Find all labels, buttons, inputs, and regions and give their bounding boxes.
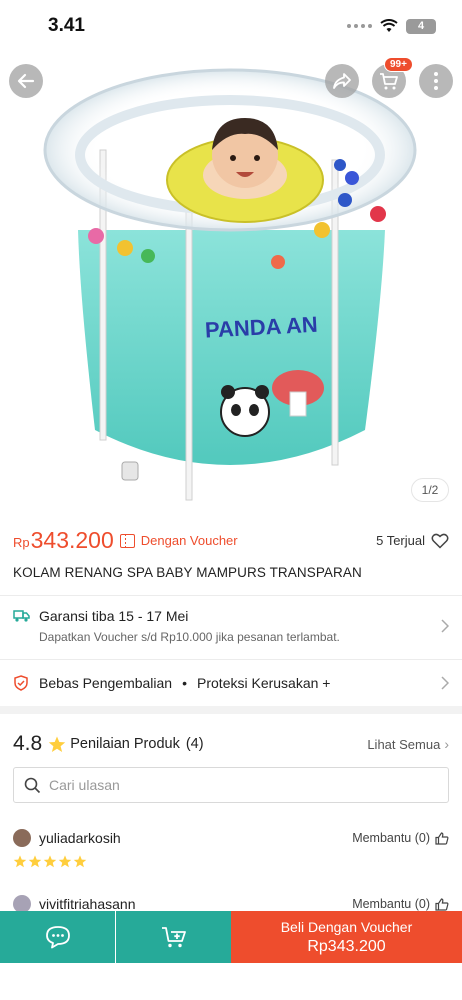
chat-button[interactable] — [0, 911, 115, 963]
cart-icon — [380, 73, 398, 90]
damage-protection-label: Proteksi Kerusakan + — [197, 675, 331, 691]
image-page-indicator: 1/2 — [411, 478, 449, 502]
star-icon — [13, 855, 27, 868]
thumbs-up-icon — [435, 831, 449, 845]
star-icon — [58, 855, 72, 868]
back-arrow-icon — [17, 73, 35, 89]
buy-price: Rp343.200 — [307, 937, 386, 955]
truck-icon — [13, 610, 30, 622]
cart-button[interactable]: 99+ — [372, 57, 413, 98]
search-icon — [24, 777, 41, 793]
shield-icon — [14, 675, 28, 691]
rating-value: 4.8 — [13, 732, 43, 755]
thumbs-up-icon — [435, 897, 449, 911]
see-all-link[interactable]: Lihat Semua — [367, 737, 440, 752]
chat-icon — [45, 926, 70, 949]
rating-label: Penilaian Produk — [70, 736, 180, 752]
back-button[interactable] — [9, 64, 43, 98]
star-icon — [28, 855, 42, 868]
shipping-guarantee-row[interactable]: Garansi tiba 15 - 17 Mei Dapatkan Vouche… — [13, 605, 449, 649]
review-star-rating — [13, 855, 87, 868]
currency-label: Rp — [13, 535, 30, 550]
returns-protection-row[interactable]: Bebas Pengembalian • Proteksi Kerusakan … — [13, 672, 449, 694]
review-search-input[interactable] — [49, 777, 429, 793]
battery-icon: 4 — [406, 18, 436, 34]
status-bar: 3.41 4 — [0, 0, 462, 52]
bottom-action-bar: Beli Dengan Voucher Rp343.200 — [0, 911, 462, 963]
separator-bullet: • — [182, 675, 188, 691]
helpful-label: Membantu (0) — [352, 897, 430, 911]
sold-count: 5 Terjual — [376, 533, 425, 548]
helpful-button[interactable]: Membantu (0) — [352, 897, 449, 911]
divider — [0, 595, 462, 596]
review-search-box[interactable] — [13, 767, 449, 803]
free-returns-label: Bebas Pengembalian — [39, 675, 173, 691]
helpful-button[interactable]: Membantu (0) — [352, 831, 449, 845]
more-options-button[interactable] — [419, 64, 453, 98]
product-title: KOLAM RENANG SPA BABY MAMPURS TRANSPARAN — [13, 565, 362, 580]
star-icon — [73, 855, 87, 868]
signal-icon — [347, 24, 372, 28]
review-item: yuliadarkosih Membantu (0) — [13, 829, 449, 847]
add-to-cart-icon — [161, 927, 186, 948]
wifi-icon — [380, 19, 398, 32]
share-icon — [333, 73, 351, 89]
status-indicators: 4 — [347, 18, 436, 34]
more-icon — [434, 72, 438, 90]
buy-with-voucher-button[interactable]: Beli Dengan Voucher Rp343.200 — [231, 911, 462, 963]
price-row: Rp 343.200 Dengan Voucher 5 Terjual — [13, 527, 449, 554]
helpful-label: Membantu (0) — [352, 831, 430, 845]
section-divider — [0, 706, 462, 714]
star-icon — [43, 855, 57, 868]
review-username: vivitfitriahasann — [39, 896, 136, 912]
heart-icon[interactable] — [431, 533, 449, 549]
avatar — [13, 829, 31, 847]
shipping-subtitle: Dapatkan Voucher s/d Rp10.000 jika pesan… — [39, 630, 340, 644]
chevron-right-icon — [441, 676, 449, 690]
shipping-title: Garansi tiba 15 - 17 Mei — [39, 608, 189, 624]
cart-count-badge: 99+ — [384, 57, 413, 72]
chevron-right-icon — [441, 619, 449, 633]
status-time: 3.41 — [48, 15, 85, 36]
share-button[interactable] — [325, 64, 359, 98]
star-icon — [49, 736, 66, 752]
voucher-icon — [119, 533, 135, 548]
buy-label: Beli Dengan Voucher — [280, 918, 413, 935]
review-username: yuliadarkosih — [39, 830, 121, 846]
rating-header: 4.8 Penilaian Produk (4) Lihat Semua › — [13, 732, 449, 756]
divider — [0, 659, 462, 660]
voucher-label[interactable]: Dengan Voucher — [141, 533, 238, 548]
add-to-cart-button[interactable] — [116, 911, 231, 963]
rating-count: (4) — [185, 736, 204, 752]
chevron-right-icon: › — [444, 736, 449, 752]
product-price: 343.200 — [30, 527, 114, 553]
